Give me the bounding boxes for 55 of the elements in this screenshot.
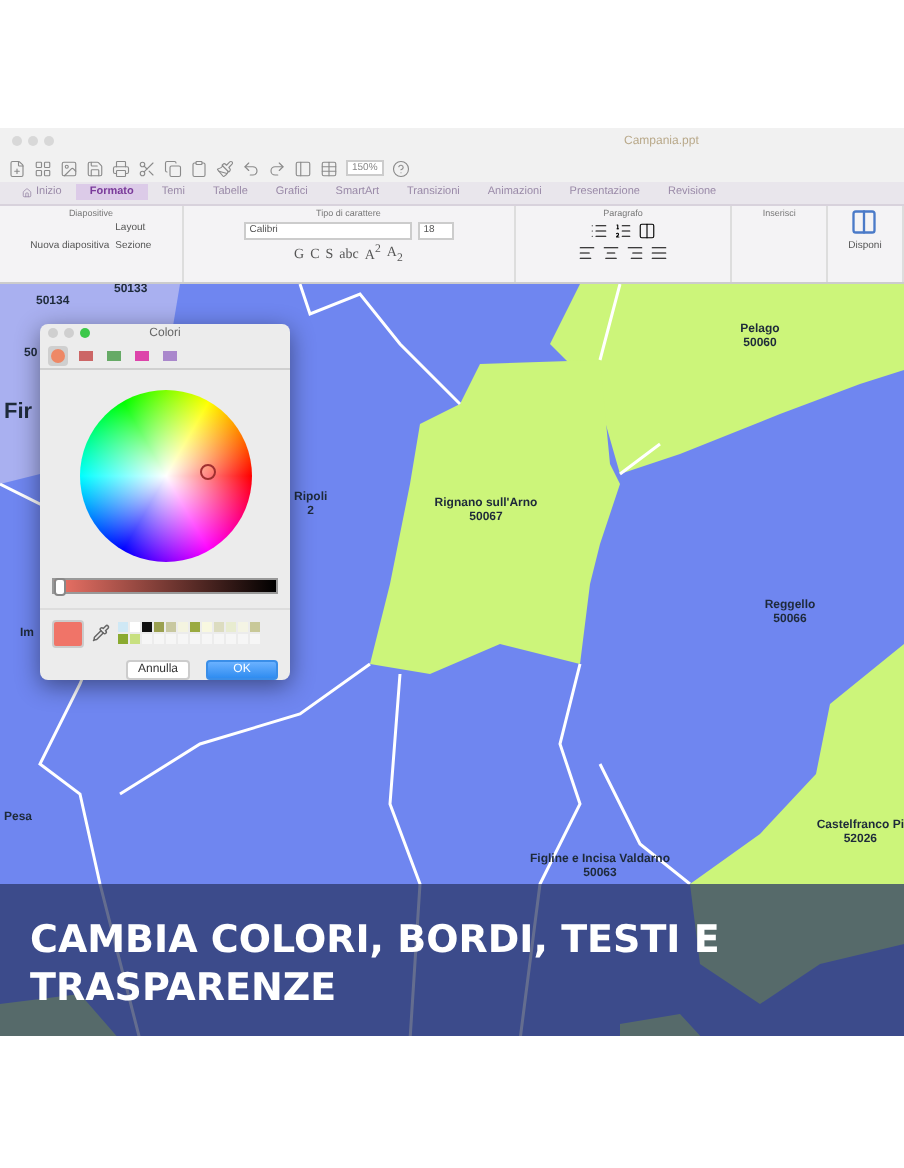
- caption-text: CAMBIA COLORI, BORDI, TESTI E TRASPARENZE: [30, 915, 720, 1012]
- clipboard-icon[interactable]: [190, 159, 208, 178]
- columns-icon[interactable]: [637, 221, 656, 240]
- sidebar-icon[interactable]: [294, 159, 312, 178]
- file-plus-icon[interactable]: [8, 159, 26, 178]
- color-mode-tab[interactable]: [48, 346, 68, 367]
- color-swatch[interactable]: [130, 622, 140, 633]
- close-button[interactable]: [12, 136, 22, 147]
- align-left-icon[interactable]: [577, 243, 596, 262]
- brightness-slider[interactable]: [52, 578, 278, 594]
- color-mode-tab[interactable]: [132, 346, 152, 367]
- color-mode-tab[interactable]: [76, 346, 96, 367]
- color-swatch[interactable]: [142, 622, 152, 633]
- redo-icon[interactable]: [268, 159, 286, 178]
- save-icon[interactable]: [86, 159, 104, 178]
- minimize-button[interactable]: [28, 136, 38, 147]
- color-swatch[interactable]: [118, 622, 128, 633]
- color-swatch[interactable]: [250, 622, 260, 633]
- color-swatch[interactable]: [190, 622, 200, 633]
- bullet-list-icon[interactable]: [589, 221, 608, 240]
- color-swatch[interactable]: [226, 622, 236, 633]
- justify-icon[interactable]: [649, 243, 668, 262]
- color-swatch[interactable]: [202, 622, 212, 633]
- color-swatch[interactable]: [118, 634, 128, 645]
- copy-icon[interactable]: [164, 159, 182, 178]
- arrange-icon[interactable]: [850, 207, 879, 236]
- zoom-button[interactable]: [44, 136, 54, 147]
- paintbrush-icon[interactable]: [216, 159, 234, 178]
- current-color-swatch: [52, 619, 84, 648]
- color-mode-tab[interactable]: [160, 346, 180, 367]
- undo-icon[interactable]: [242, 159, 260, 178]
- color-swatch[interactable]: [166, 622, 176, 633]
- table-icon[interactable]: [320, 159, 338, 178]
- color-swatch[interactable]: [214, 622, 224, 633]
- grid-icon[interactable]: [34, 159, 52, 178]
- eyedropper-icon[interactable]: [92, 624, 110, 643]
- scissors-icon[interactable]: [138, 159, 156, 178]
- image-icon[interactable]: [60, 159, 78, 178]
- color-mode-tab[interactable]: [104, 346, 124, 367]
- close-button[interactable]: [48, 328, 58, 339]
- printer-icon[interactable]: [112, 159, 130, 178]
- align-right-icon[interactable]: [625, 243, 644, 262]
- home-icon: [22, 187, 32, 198]
- color-swatch[interactable]: [238, 622, 248, 633]
- color-swatch[interactable]: [130, 634, 140, 645]
- map-label: Fir: [4, 399, 33, 425]
- color-swatch[interactable]: [178, 622, 188, 633]
- numbered-list-icon[interactable]: [613, 221, 632, 240]
- zoom-button[interactable]: [80, 328, 90, 339]
- slider-thumb[interactable]: [54, 578, 67, 597]
- crosshair-icon[interactable]: [199, 464, 215, 481]
- align-center-icon[interactable]: [601, 243, 620, 262]
- minimize-button[interactable]: [64, 328, 74, 339]
- help-icon[interactable]: [391, 159, 410, 178]
- color-swatch[interactable]: [154, 622, 164, 633]
